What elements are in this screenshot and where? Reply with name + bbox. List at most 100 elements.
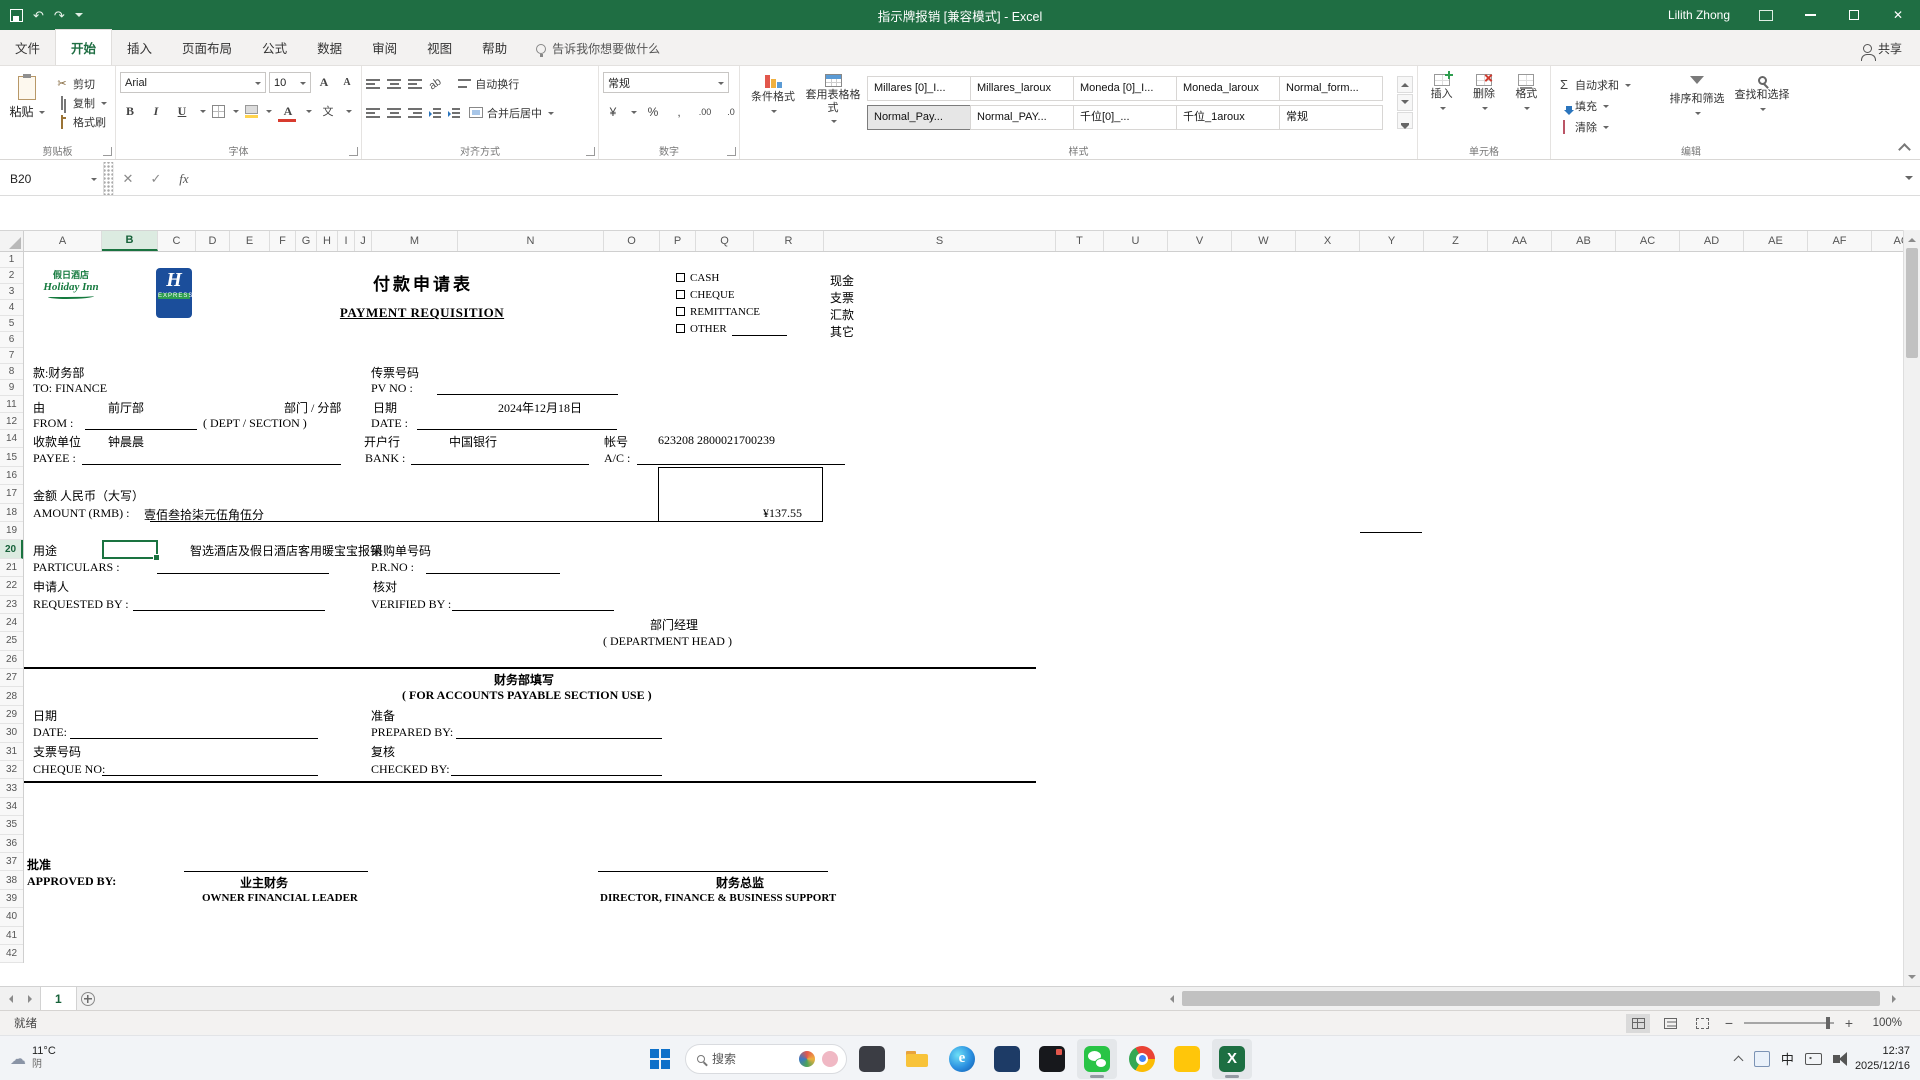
row-header-39[interactable]: 39 (0, 890, 23, 908)
row-header-36[interactable]: 36 (0, 835, 23, 853)
row-header-30[interactable]: 30 (0, 724, 23, 742)
tray-app-icon[interactable] (1754, 1051, 1770, 1067)
app-dark-button[interactable] (852, 1039, 892, 1079)
row-header-18[interactable]: 18 (0, 504, 23, 522)
accounting-dropdown-icon[interactable] (631, 111, 637, 117)
row-header-1[interactable]: 1 (0, 252, 23, 268)
style-item[interactable]: Normal_PAY... (970, 105, 1074, 130)
close-button[interactable]: ✕ (1876, 0, 1920, 30)
row-header-7[interactable]: 7 (0, 348, 23, 364)
fill-color-dropdown-icon[interactable] (266, 110, 272, 116)
column-header-M[interactable]: M (372, 231, 458, 251)
row-header-23[interactable]: 23 (0, 596, 23, 614)
row-header-26[interactable]: 26 (0, 651, 23, 669)
ribbon-tab-data[interactable]: 数据 (302, 30, 357, 65)
font-color-button[interactable]: A (278, 101, 298, 121)
font-family-select[interactable]: Arial (120, 72, 266, 93)
fill-button[interactable]: 填充 (1555, 96, 1663, 115)
wrap-text-button[interactable]: 自动换行 (456, 74, 521, 93)
collapse-ribbon-button[interactable] (1898, 141, 1910, 153)
column-header-AA[interactable]: AA (1488, 231, 1552, 251)
normal-view-button[interactable] (1626, 1014, 1650, 1033)
vertical-scroll-thumb[interactable] (1906, 248, 1918, 358)
column-header-AF[interactable]: AF (1808, 231, 1872, 251)
decrease-indent-icon[interactable] (429, 107, 441, 119)
column-header-AG[interactable]: AG (1872, 231, 1903, 251)
scroll-up-icon[interactable] (1904, 231, 1920, 247)
column-header-B[interactable]: B (102, 231, 158, 251)
clipboard-dialog-launcher[interactable] (103, 147, 112, 156)
row-header-2[interactable]: 2 (0, 268, 23, 284)
row-header-33[interactable]: 33 (0, 779, 23, 797)
column-header-E[interactable]: E (230, 231, 270, 251)
font-size-select[interactable]: 10 (269, 72, 311, 93)
borders-dropdown-icon[interactable] (233, 110, 239, 116)
column-header-AD[interactable]: AD (1680, 231, 1744, 251)
ribbon-tab-help[interactable]: 帮助 (467, 30, 522, 65)
fill-color-icon[interactable] (245, 105, 258, 114)
copy-button[interactable]: 复制 (53, 93, 109, 112)
page-break-view-button[interactable] (1690, 1014, 1714, 1033)
ribbon-display-options-button[interactable] (1744, 0, 1788, 30)
row-header-27[interactable]: 27 (0, 669, 23, 687)
number-format-select[interactable]: 常规 (603, 72, 729, 93)
column-header-AE[interactable]: AE (1744, 231, 1808, 251)
column-header-T[interactable]: T (1056, 231, 1104, 251)
phonetic-guide-button[interactable]: 文 (318, 101, 338, 121)
zoom-in-button[interactable]: + (1842, 1015, 1856, 1031)
align-bottom-icon[interactable] (408, 78, 422, 90)
style-item[interactable]: Millares [0]_I... (867, 76, 971, 101)
row-header-9[interactable]: 9 (0, 380, 23, 396)
row-header-6[interactable]: 6 (0, 332, 23, 348)
comma-style-button[interactable]: , (669, 102, 689, 122)
sheet-tab-1[interactable]: 1 (40, 987, 77, 1010)
sheet-nav-right-icon[interactable] (20, 987, 40, 1010)
column-header-A[interactable]: A (24, 231, 102, 251)
font-dialog-launcher[interactable] (349, 147, 358, 156)
zoom-slider-thumb[interactable] (1826, 1017, 1830, 1029)
style-item[interactable]: 常规 (1279, 105, 1383, 130)
scroll-down-icon[interactable] (1904, 969, 1920, 985)
insert-function-icon[interactable]: fx (170, 171, 198, 187)
column-header-H[interactable]: H (317, 231, 338, 251)
app-navy-button[interactable] (987, 1039, 1027, 1079)
minimize-button[interactable] (1788, 0, 1832, 30)
horizontal-scroll-thumb[interactable] (1182, 991, 1880, 1006)
column-header-D[interactable]: D (196, 231, 230, 251)
zoom-out-button[interactable]: − (1722, 1015, 1736, 1031)
user-name[interactable]: Lilith Zhong (1654, 8, 1744, 22)
increase-indent-icon[interactable] (448, 107, 460, 119)
row-header-31[interactable]: 31 (0, 743, 23, 761)
row-header-42[interactable]: 42 (0, 945, 23, 963)
style-item[interactable]: Moneda_laroux (1176, 76, 1280, 101)
font-color-dropdown-icon[interactable] (306, 110, 312, 116)
maximize-button[interactable] (1832, 0, 1876, 30)
save-icon[interactable] (10, 9, 23, 22)
merge-center-button[interactable]: 合并后居中 (467, 103, 556, 122)
gallery-up-icon[interactable] (1397, 76, 1413, 93)
grow-font-button[interactable]: A (314, 73, 334, 93)
row-header-29[interactable]: 29 (0, 706, 23, 724)
row-header-22[interactable]: 22 (0, 577, 23, 595)
format-painter-button[interactable]: 格式刷 (53, 112, 109, 131)
bold-button[interactable]: B (120, 101, 140, 121)
column-header-F[interactable]: F (270, 231, 296, 251)
sheet-canvas[interactable] (24, 252, 1903, 986)
number-dialog-launcher[interactable] (727, 147, 736, 156)
row-header-15[interactable]: 15 (0, 448, 23, 466)
autosum-button[interactable]: Σ自动求和 (1555, 75, 1663, 94)
column-header-X[interactable]: X (1296, 231, 1360, 251)
row-header-5[interactable]: 5 (0, 316, 23, 332)
italic-button[interactable]: I (146, 101, 166, 121)
accounting-format-button[interactable]: ¥ (603, 102, 623, 122)
undo-icon[interactable]: ↶ (33, 9, 44, 22)
row-header-12[interactable]: 12 (0, 413, 23, 430)
style-item[interactable]: Moneda [0]_I... (1073, 76, 1177, 101)
expand-formula-bar-icon[interactable] (1898, 162, 1920, 195)
row-header-34[interactable]: 34 (0, 798, 23, 816)
paste-button[interactable]: 粘贴 (4, 70, 50, 120)
cancel-icon[interactable]: ✕ (114, 171, 142, 187)
column-header-Y[interactable]: Y (1360, 231, 1424, 251)
row-header-17[interactable]: 17 (0, 485, 23, 503)
formula-input[interactable] (198, 162, 1898, 195)
